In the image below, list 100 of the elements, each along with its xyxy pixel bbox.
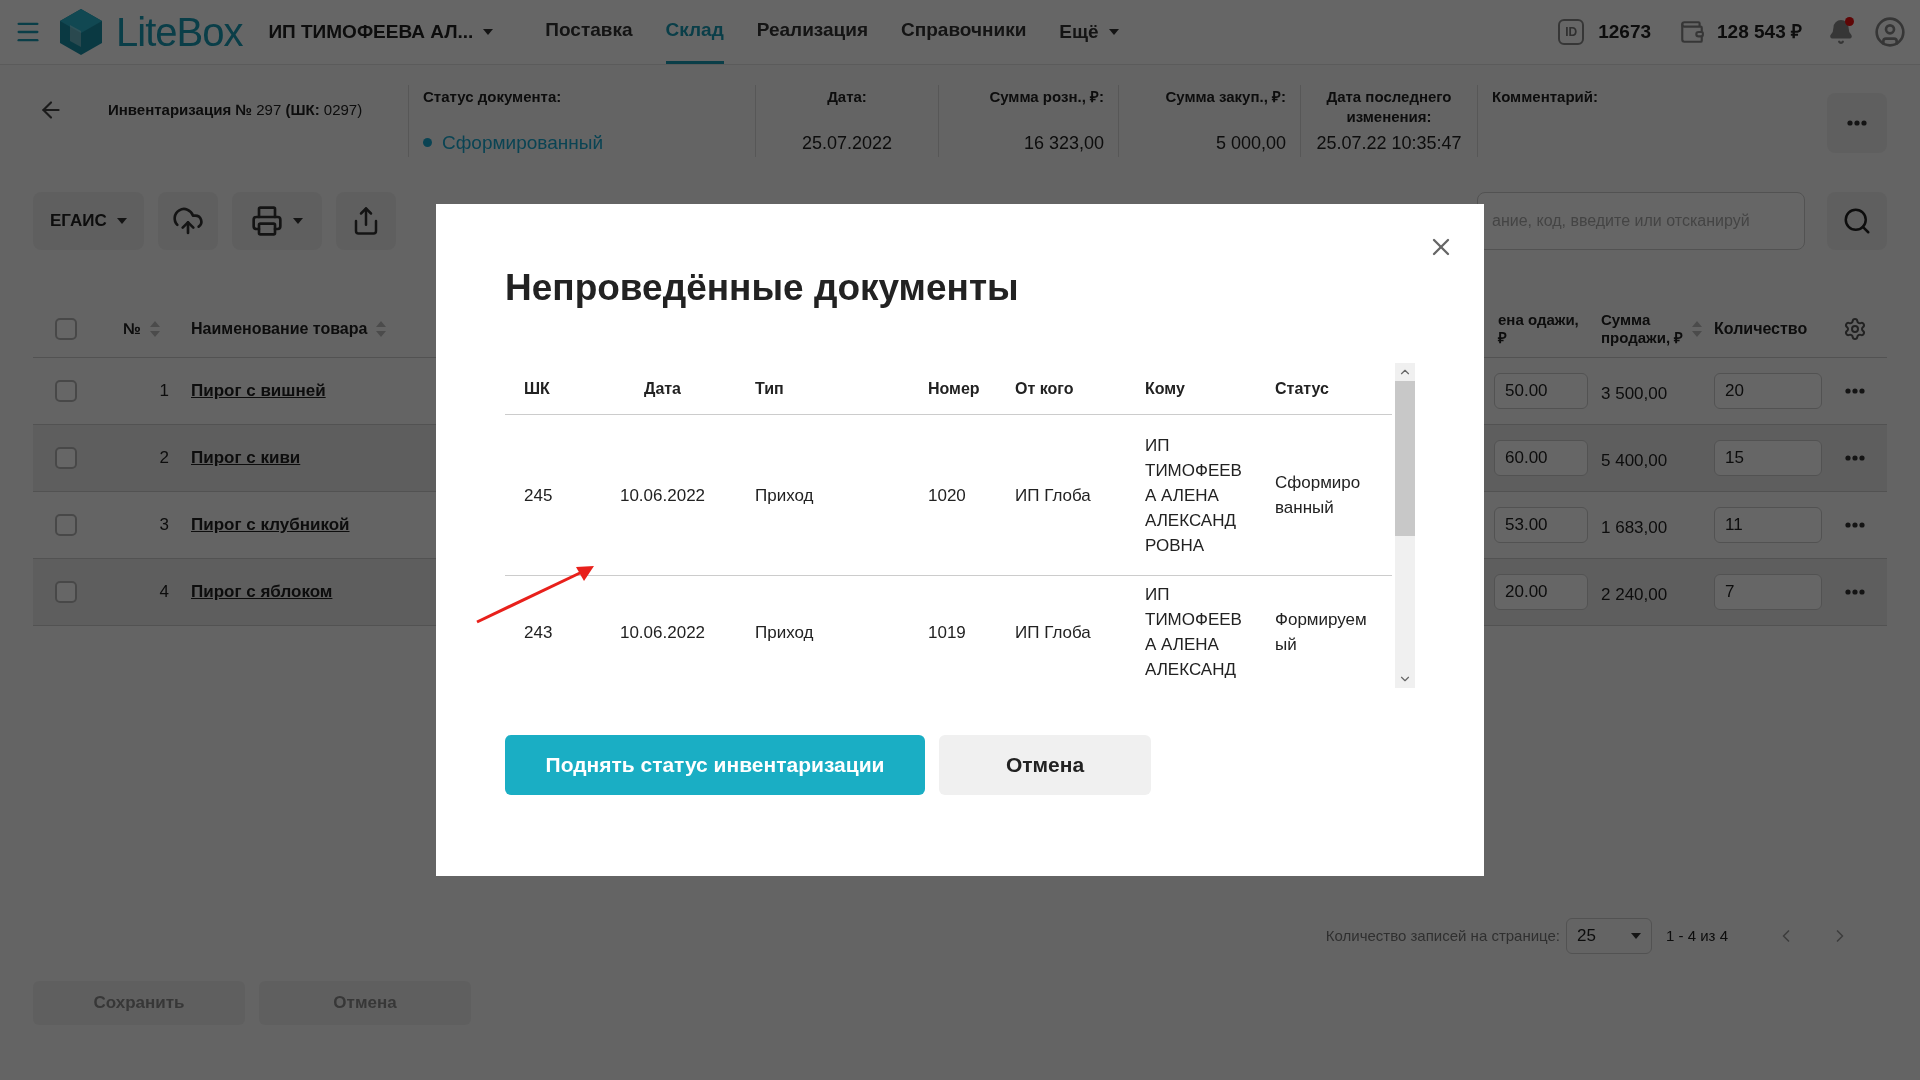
row-number: 1 xyxy=(159,380,169,403)
more-menu[interactable]: Ещё xyxy=(1059,0,1119,64)
modal-column-header: Дата xyxy=(643,378,682,399)
table-cell-text: ИП ТИМОФЕЕВА АЛЕНА АЛЕКСАНДРОВНА xyxy=(1145,434,1243,557)
table-cell-text: Приход xyxy=(755,484,815,507)
row-menu-icon[interactable] xyxy=(1844,388,1865,394)
table-cell-text: 243 xyxy=(524,621,554,644)
export-button[interactable] xyxy=(335,192,396,250)
sum-cell-text: 1 683,00 xyxy=(1601,517,1669,540)
checkbox[interactable] xyxy=(55,447,77,469)
upload-button[interactable] xyxy=(157,192,218,250)
table-cell-text: Сформированный xyxy=(1275,472,1362,519)
row-menu-icon[interactable] xyxy=(1844,522,1865,528)
document-title: Инвентаризация № 297 (ШК: 0297) xyxy=(108,100,364,120)
table-cell-text: 245 xyxy=(524,484,554,507)
page-size-select[interactable]: 25 xyxy=(1566,918,1653,954)
checkbox[interactable] xyxy=(55,380,77,402)
user-avatar-icon[interactable] xyxy=(1874,16,1906,48)
table-cell-text: ИП Глоба xyxy=(1015,621,1092,644)
table-cell-text: Формируемый xyxy=(1275,609,1368,656)
wallet-icon[interactable] xyxy=(1679,19,1706,45)
checkbox[interactable] xyxy=(55,581,77,603)
nav-tab[interactable]: Справочники xyxy=(901,0,1027,64)
caret-icon xyxy=(483,29,494,35)
more-options-button[interactable] xyxy=(1827,93,1887,153)
scrollbar[interactable] xyxy=(1395,363,1415,688)
modal-column-header: Кому xyxy=(1144,378,1186,399)
logo-text: LiteBox xyxy=(116,9,243,56)
field-value: 5 000,00 xyxy=(1215,132,1286,155)
caret-icon xyxy=(1108,29,1119,35)
field-value: 25.07.22 10:35:47 xyxy=(1316,132,1462,155)
table-cell-text: 10.06.2022 xyxy=(618,621,707,644)
table-cell-text: ИП Глоба xyxy=(1015,484,1092,507)
price-input[interactable]: 50.00 xyxy=(1494,373,1588,409)
row-menu-icon[interactable] xyxy=(1844,589,1865,595)
row-number: 2 xyxy=(159,447,169,470)
organization-dropdown[interactable]: ИП ТИМОФЕЕВА АЛ... xyxy=(268,17,494,47)
document-row[interactable]: 243 10.06.2022 Приход 1019 ИП Глоба ИП ТИМОФЕЕВА АЛЕНА АЛЕКСАНД Формируемый xyxy=(505,576,1392,688)
caret-icon xyxy=(116,218,127,224)
caret-icon xyxy=(292,218,303,224)
product-link[interactable]: Пирог с вишней xyxy=(191,381,326,401)
field-label: Статус документа: xyxy=(423,87,562,107)
cancel-button[interactable]: Отмена xyxy=(939,735,1151,795)
more-icon[interactable] xyxy=(1847,120,1867,126)
modal-column-header: ШК xyxy=(523,378,551,399)
raise-status-button[interactable]: Поднять статус инвентаризации xyxy=(505,735,925,795)
quantity-input[interactable]: 11 xyxy=(1714,507,1822,543)
field-label: Дата: xyxy=(827,87,867,107)
checkbox[interactable] xyxy=(55,514,77,536)
sum-cell-text: 2 240,00 xyxy=(1601,584,1669,607)
table-cell-text: Приход xyxy=(755,621,815,644)
sum-cell-text: 5 400,00 xyxy=(1601,450,1669,473)
price-input[interactable]: 53.00 xyxy=(1494,507,1588,543)
bell-icon xyxy=(1828,19,1854,45)
nav-tab[interactable]: Поставка xyxy=(545,0,633,64)
field-label: Сумма розн., ₽: xyxy=(989,87,1104,107)
cloud-upload-icon xyxy=(171,205,204,237)
column-header: № xyxy=(123,318,141,339)
table-cell-text: 10.06.2022 xyxy=(618,484,707,507)
search-button[interactable] xyxy=(1827,192,1887,250)
product-link[interactable]: Пирог с яблоком xyxy=(191,582,333,602)
column-header: ена одажи, ₽ xyxy=(1498,310,1580,347)
modal-column-header: Тип xyxy=(754,378,785,399)
table-cell-text: 1020 xyxy=(928,484,967,507)
table-cell-text: 1019 xyxy=(928,621,967,644)
column-header: Количество xyxy=(1714,318,1809,339)
settings-icon[interactable] xyxy=(1842,316,1867,341)
column-header: Наименование товара xyxy=(191,318,368,339)
price-input[interactable]: 60.00 xyxy=(1494,440,1588,476)
quantity-input[interactable]: 20 xyxy=(1714,373,1822,409)
modal-title: Непроведённые документы xyxy=(505,266,1020,310)
balance: 128 543 ₽ xyxy=(1717,19,1802,44)
product-link[interactable]: Пирог с клубникой xyxy=(191,515,350,535)
product-link[interactable]: Пирог с киви xyxy=(191,448,301,468)
modal-column-header: Статус xyxy=(1274,378,1330,399)
field-value: 16 323,00 xyxy=(1023,132,1104,155)
row-number: 3 xyxy=(159,514,169,537)
caret-icon xyxy=(1631,933,1642,939)
search-icon xyxy=(1842,206,1872,236)
modal-column-header: От кого xyxy=(1014,378,1075,399)
checkbox[interactable] xyxy=(55,317,77,340)
print-button[interactable] xyxy=(231,192,322,250)
price-input[interactable]: 20.00 xyxy=(1494,574,1588,610)
row-menu-icon[interactable] xyxy=(1844,455,1865,461)
field-label: Сумма закуп., ₽: xyxy=(1165,87,1286,107)
field-value: 25.07.2022 xyxy=(801,132,893,155)
field-label: Комментарий: xyxy=(1492,87,1598,107)
egais-dropdown[interactable]: ЕГАИС xyxy=(33,192,144,250)
field-label: Дата последнего изменения: xyxy=(1325,87,1453,127)
account-id: 12673 xyxy=(1598,19,1652,44)
page-range: 1 - 4 из 4 xyxy=(1666,925,1728,946)
modal-column-header: Номер xyxy=(927,378,981,399)
sum-cell-text: 3 500,00 xyxy=(1601,383,1669,406)
column-header: Сумма продажи, ₽ xyxy=(1601,310,1685,347)
nav-tab[interactable]: Склад xyxy=(665,0,724,64)
table-cell-text: ИП ТИМОФЕЕВА АЛЕНА АЛЕКСАНД xyxy=(1145,584,1243,681)
quantity-input[interactable]: 7 xyxy=(1714,574,1822,610)
nav-tab[interactable]: Реализация xyxy=(756,0,869,64)
quantity-input[interactable]: 15 xyxy=(1714,440,1822,476)
status-value: Сформированный xyxy=(442,130,603,155)
